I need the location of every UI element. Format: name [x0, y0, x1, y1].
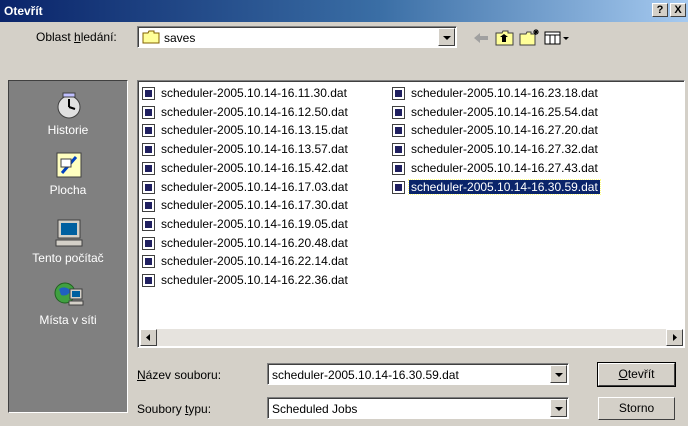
look-in-dropdown-arrow[interactable] [438, 28, 455, 46]
dat-file-icon [142, 143, 155, 157]
history-icon [53, 89, 85, 121]
file-name: scheduler-2005.10.14-16.20.48.dat [161, 235, 348, 250]
dat-file-icon [392, 161, 405, 175]
file-name: scheduler-2005.10.14-16.12.50.dat [161, 104, 348, 119]
dat-file-icon [142, 87, 155, 100]
file-name: scheduler-2005.10.14-16.17.03.dat [161, 179, 348, 194]
dat-file-icon [392, 105, 405, 119]
filename-input[interactable]: scheduler-2005.10.14-16.30.59.dat [267, 363, 569, 385]
filename-value[interactable]: scheduler-2005.10.14-16.30.59.dat [272, 368, 459, 382]
file-name: scheduler-2005.10.14-16.15.42.dat [161, 160, 348, 175]
dat-file-icon [142, 255, 155, 269]
dat-file-icon [392, 87, 405, 100]
file-name: scheduler-2005.10.14-16.19.05.dat [161, 216, 348, 231]
look-in-value: saves [164, 31, 196, 45]
open-button[interactable]: Otevřít [597, 362, 676, 387]
desktop-icon [53, 149, 85, 181]
horizontal-scrollbar[interactable] [140, 329, 683, 346]
place-label: Historie [47, 123, 89, 137]
dat-file-icon [392, 124, 405, 138]
dat-file-icon [142, 199, 155, 213]
file-name: scheduler-2005.10.14-16.13.15.dat [161, 123, 348, 138]
window-title: Otevřít [4, 4, 43, 18]
cancel-button[interactable]: Storno [598, 397, 675, 420]
filename-dropdown-arrow[interactable] [550, 365, 567, 383]
network-places-icon [53, 279, 85, 311]
look-in-label: Oblast hledání: [36, 30, 117, 44]
file-name: scheduler-2005.10.14-16.11.30.dat [161, 86, 347, 100]
dat-file-icon [142, 161, 155, 175]
dat-file-icon [392, 143, 405, 157]
back-icon[interactable] [470, 28, 492, 48]
filename-label: Název souboru: [137, 368, 222, 382]
dat-file-icon [142, 105, 155, 119]
scroll-left-button[interactable] [140, 329, 157, 346]
file-name: scheduler-2005.10.14-16.13.57.dat [161, 142, 348, 157]
dat-file-icon [142, 124, 155, 138]
scroll-right-button[interactable] [666, 329, 683, 346]
file-list[interactable]: scheduler-2005.10.14-16.11.30.dat schedul… [137, 80, 685, 348]
dat-file-icon [142, 180, 155, 194]
place-label: Místa v síti [39, 313, 97, 327]
file-name: scheduler-2005.10.14-16.22.14.dat [161, 254, 348, 269]
filetype-dropdown-arrow[interactable] [550, 399, 567, 417]
help-button[interactable]: ? [652, 3, 668, 17]
place-label: Plocha [49, 183, 87, 197]
close-button[interactable]: X [670, 3, 686, 17]
up-folder-icon[interactable] [494, 28, 516, 48]
file-name: scheduler-2005.10.14-16.23.18.dat [411, 86, 598, 100]
filetype-value: Scheduled Jobs [272, 402, 358, 416]
dat-file-icon [142, 274, 155, 287]
place-my-computer[interactable]: Tento počítač [9, 217, 127, 279]
new-folder-icon[interactable] [518, 28, 540, 48]
file-name: scheduler-2005.10.14-16.25.54.dat [411, 104, 598, 119]
dat-file-icon [142, 236, 155, 250]
file-name: scheduler-2005.10.14-16.17.30.dat [161, 198, 348, 213]
file-name: scheduler-2005.10.14-16.27.20.dat [411, 123, 598, 138]
file-name: scheduler-2005.10.14-16.30.59.dat [408, 178, 601, 195]
title-bar: Otevřít ? X [0, 0, 688, 22]
file-name: scheduler-2005.10.14-16.22.36.dat [161, 273, 348, 287]
place-label: Tento počítač [32, 251, 104, 265]
filetype-label: Soubory typu: [137, 402, 212, 416]
places-bar: Historie Plocha Tento počítač Místa v sí… [8, 80, 128, 413]
dat-file-icon [392, 180, 405, 194]
filetype-dropdown[interactable]: Scheduled Jobs [267, 397, 569, 419]
file-name: scheduler-2005.10.14-16.27.32.dat [411, 142, 598, 157]
place-desktop[interactable]: Plocha [9, 149, 127, 211]
view-menu-icon[interactable] [542, 28, 572, 48]
dat-file-icon [142, 217, 155, 231]
look-in-dropdown[interactable]: saves [137, 26, 457, 48]
place-history[interactable]: Historie [9, 89, 127, 151]
folder-icon [142, 30, 160, 44]
place-network[interactable]: Místa v síti [9, 279, 127, 341]
my-computer-icon [53, 217, 85, 249]
file-name: scheduler-2005.10.14-16.27.43.dat [411, 160, 598, 175]
